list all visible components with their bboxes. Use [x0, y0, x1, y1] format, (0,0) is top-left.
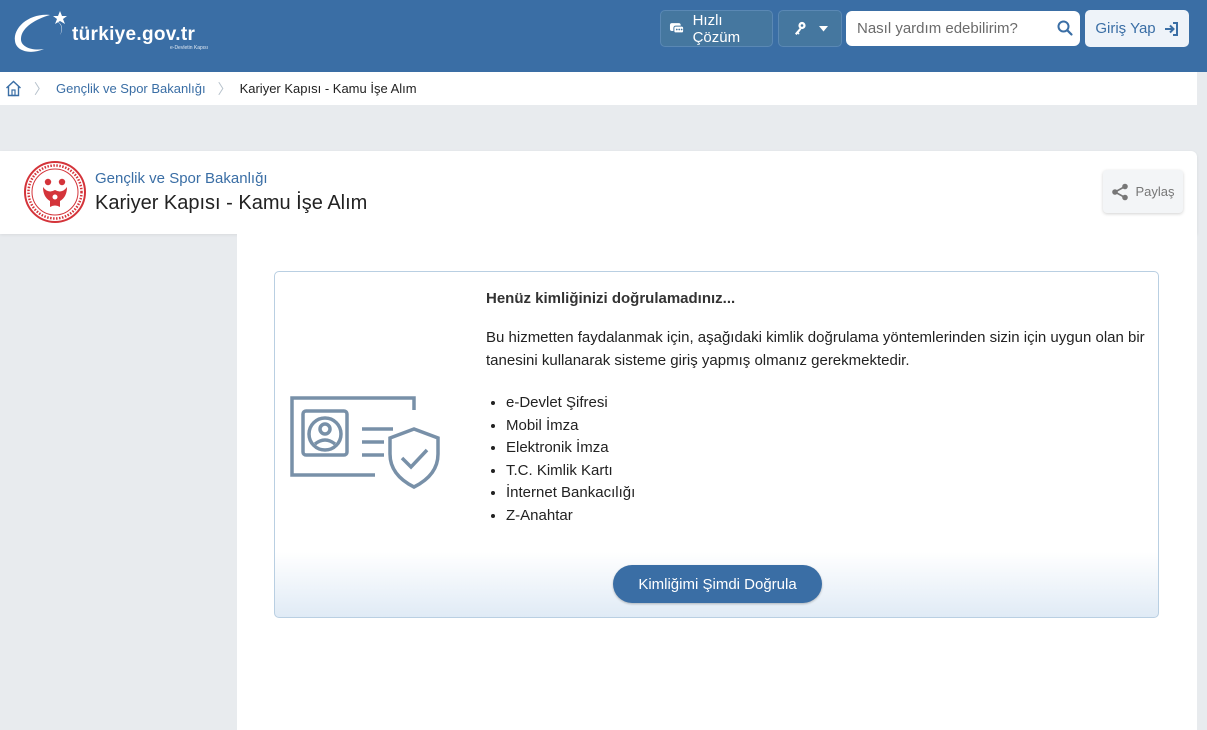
breadcrumb: 〉 Gençlik ve Spor Bakanlığı 〉 Kariyer Ka… [0, 72, 1197, 105]
sign-in-icon [1164, 21, 1178, 36]
breadcrumb-current: Kariyer Kapısı - Kamu İşe Alım [239, 81, 417, 96]
search-icon[interactable] [1056, 19, 1074, 37]
service-title: Kariyer Kapısı - Kamu İşe Alım [95, 192, 368, 214]
list-item: Elektronik İmza [506, 437, 635, 460]
ministry-emblem-icon [24, 161, 86, 223]
share-label: Paylaş [1135, 184, 1175, 199]
chevron-down-icon [818, 25, 828, 31]
breadcrumb-separator: 〉 [34, 80, 48, 97]
service-header: Gençlik ve Spor Bakanlığı Kariyer Kapısı… [0, 151, 1197, 234]
list-item: Mobil İmza [506, 415, 635, 438]
logo-swoosh-icon [14, 11, 67, 52]
key-menu-button[interactable] [778, 10, 842, 47]
list-item: e-Devlet Şifresi [506, 392, 635, 415]
verification-text: Bu hizmetten faydalanmak için, aşağıdaki… [486, 329, 1145, 369]
share-button[interactable]: Paylaş [1103, 170, 1183, 213]
breadcrumb-separator: 〉 [217, 80, 232, 97]
login-label: Giriş Yap [1095, 20, 1156, 37]
breadcrumb-ministry-link[interactable]: Gençlik ve Spor Bakanlığı [56, 81, 206, 96]
identity-verification-panel: Henüz kimliğinizi doğrulamadınız... Bu h… [274, 271, 1159, 618]
turkiye-gov-logo[interactable]: türkiye.gov.tr e-Devletin Kapısı [10, 7, 220, 57]
key-icon [794, 21, 806, 35]
list-item: Z-Anahtar [506, 505, 635, 528]
login-button[interactable]: Giriş Yap [1085, 10, 1189, 47]
search-input[interactable] [857, 20, 1053, 37]
quick-solution-label: Hızlı Çözüm [692, 11, 741, 46]
logo-text: türkiye.gov.tr [72, 24, 196, 45]
verification-methods-list: e-Devlet Şifresi Mobil İmza Elektronik İ… [506, 392, 635, 528]
logo-subtext: e-Devletin Kapısı [170, 45, 209, 51]
id-card-shield-icon [290, 396, 440, 489]
service-ministry[interactable]: Gençlik ve Spor Bakanlığı [95, 170, 268, 187]
list-item: T.C. Kimlik Kartı [506, 460, 635, 483]
verification-title: Henüz kimliğinizi doğrulamadınız... [486, 290, 736, 307]
share-icon [1112, 183, 1129, 200]
verify-identity-button[interactable]: Kimliğimi Şimdi Doğrula [613, 565, 822, 603]
chat-icon [669, 22, 685, 33]
list-item: İnternet Bankacılığı [506, 482, 635, 505]
main-content: Henüz kimliğinizi doğrulamadınız... Bu h… [237, 234, 1197, 730]
quick-solution-button[interactable]: Hızlı Çözüm [660, 10, 773, 47]
home-icon[interactable] [5, 80, 22, 97]
top-header: türkiye.gov.tr e-Devletin Kapısı Hızlı Ç… [0, 0, 1207, 72]
search-box [846, 11, 1080, 46]
